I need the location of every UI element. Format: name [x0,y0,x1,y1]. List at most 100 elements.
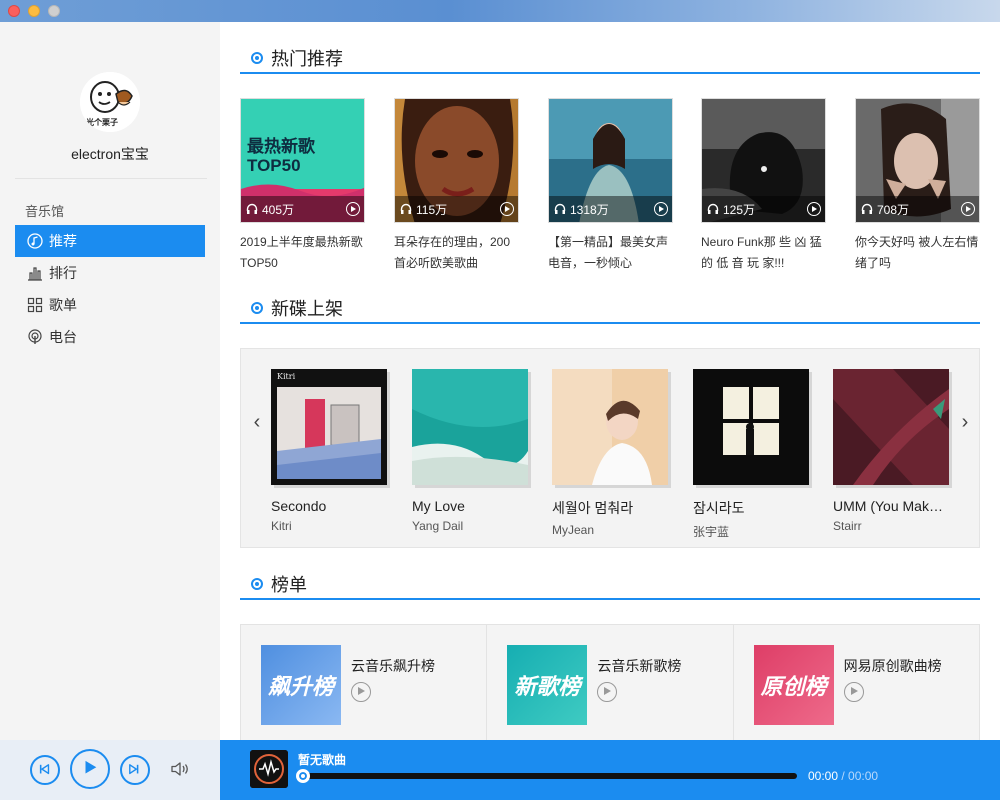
playlist-title[interactable]: Neuro Funk那 些 凶 猛 的 低 音 玩 家!!! [701,232,829,274]
sidebar-item-playlists[interactable]: 歌单 [15,289,205,321]
sidebar-item-recommend[interactable]: 推荐 [15,225,205,257]
album-title[interactable]: UMM (You Mak… [833,498,949,514]
album-card[interactable]: UMM (You Mak… Stairr [833,369,949,533]
play-circle-icon[interactable] [961,202,975,216]
play-icon [85,760,97,774]
progress-bar[interactable] [296,769,797,783]
album-title[interactable]: 세월아 멈춰라 [552,498,668,518]
album-artist[interactable]: Stairr [833,519,949,533]
play-circle-icon[interactable] [500,202,514,216]
playlist-card[interactable]: 125万 Neuro Funk那 些 凶 猛 的 低 音 玩 家!!! [701,98,826,274]
playlist-title[interactable]: 耳朵存在的理由，200首必听欧美歌曲 [394,232,522,274]
section-bullet-icon [251,302,263,314]
album-card[interactable]: 세월아 멈춰라 MyJean [552,369,668,537]
total-time: / 00:00 [841,769,879,783]
playlist-card[interactable]: 最热新歌TOP50 405万 2019上半年度最热新歌TOP50 [240,98,365,274]
previous-track-button[interactable] [30,755,60,785]
play-circle-icon[interactable] [807,202,821,216]
chart-item[interactable]: 飙升榜 云音乐飙升榜 [241,625,488,740]
album-title[interactable]: Secondo [271,498,387,514]
sidebar-item-label: 电台 [49,329,77,345]
album-artist[interactable]: Yang Dail [412,519,528,533]
chart-item[interactable]: 新歌榜 云音乐新歌榜 [487,625,734,740]
playlist-title[interactable]: 2019上半年度最热新歌TOP50 [240,232,368,274]
album-cover-text: Kitri [277,372,296,381]
sidebar-item-ranking[interactable]: 排行 [15,257,205,289]
play-circle-icon[interactable] [351,682,371,702]
chart-cover[interactable]: 飙升榜 [261,645,341,725]
playlist-title[interactable]: 【第一精品】最美女声电音，一秒倾心 [548,232,676,274]
minimize-window-button[interactable] [28,5,40,17]
playlist-card[interactable]: 115万 耳朵存在的理由，200首必听欧美歌曲 [394,98,519,274]
username: electron宝宝 [71,146,149,162]
playlist-cover[interactable]: 708万 [855,98,980,223]
section-title: 榜单 [271,575,307,595]
music-note-icon [27,233,43,249]
zoom-window-button[interactable] [48,5,60,17]
new-album-carousel: ‹ Kitri Secondo Kitri My Love Yang Dail … [240,348,980,548]
chart-name[interactable]: 云音乐新歌榜 [597,656,681,676]
album-title[interactable]: 잠시라도 [693,498,809,518]
section-title: 新碟上架 [271,299,343,319]
play-count: 125万 [723,202,756,217]
playlist-card[interactable]: 1318万 【第一精品】最美女声电音，一秒倾心 [548,98,673,274]
sidebar: 光个栗子 electron宝宝 音乐馆 推荐 排行 歌单 电台 [0,22,220,740]
headphones-icon [861,203,873,214]
playlist-cover-text: 最热新歌TOP50 [247,137,315,175]
sidebar-item-label: 歌单 [49,297,77,313]
chart-cover[interactable]: 新歌榜 [507,645,588,725]
chart-name[interactable]: 云音乐飙升榜 [351,656,435,676]
play-count-bar: 405万 [241,196,364,222]
hot-playlist-row: 最热新歌TOP50 405万 2019上半年度最热新歌TOP50 115万 耳朵… [240,98,980,278]
album-card[interactable]: Kitri Secondo Kitri [271,369,387,533]
volume-icon[interactable] [170,761,190,777]
playlist-cover[interactable]: 1318万 [548,98,673,223]
playlist-cover[interactable]: 115万 [394,98,519,223]
album-cover[interactable] [833,369,949,485]
chart-item[interactable]: 原创榜 网易原创歌曲榜 [734,625,979,740]
play-button[interactable] [70,749,110,789]
album-artist[interactable]: MyJean [552,523,668,537]
album-cover[interactable] [552,369,668,485]
album-cover-art [271,369,387,485]
waveform-icon [250,750,288,788]
playlist-title[interactable]: 你今天好吗 被人左右情绪了吗 [855,232,983,274]
chart-cover[interactable]: 原创榜 [753,645,834,725]
avatar[interactable]: 光个栗子 [80,72,140,132]
album-cover[interactable] [693,369,809,485]
now-playing-cover[interactable] [250,750,288,788]
chart-name[interactable]: 网易原创歌曲榜 [844,656,942,676]
carousel-prev-button[interactable]: ‹ [247,411,267,434]
album-cover[interactable] [412,369,528,485]
section-bullet-icon [251,578,263,590]
time-display: 00:00 / 00:00 [808,769,878,783]
section-header-charts: 榜单 [240,568,980,600]
sidebar-item-radio[interactable]: 电台 [15,321,205,353]
album-card[interactable]: 잠시라도 张宇蓝 [693,369,809,540]
playlist-cover[interactable]: 125万 [701,98,826,223]
playlist-cover[interactable]: 最热新歌TOP50 405万 [240,98,365,223]
play-circle-icon[interactable] [597,682,618,702]
next-track-button[interactable] [120,755,150,785]
avatar-caption: 光个栗子 [86,118,118,127]
album-title[interactable]: My Love [412,498,528,514]
play-circle-icon[interactable] [654,202,668,216]
album-card[interactable]: My Love Yang Dail [412,369,528,533]
album-artist[interactable]: 张宇蓝 [693,523,809,540]
progress-handle[interactable] [296,769,310,783]
playlist-card[interactable]: 708万 你今天好吗 被人左右情绪了吗 [855,98,980,274]
play-circle-icon[interactable] [843,682,864,702]
album-cover[interactable]: Kitri [271,369,387,485]
close-window-button[interactable] [8,5,20,17]
play-count: 405万 [262,202,295,217]
sidebar-nav: 推荐 排行 歌单 电台 [15,225,205,353]
album-artist[interactable]: Kitri [271,519,387,533]
carousel-next-button[interactable]: › [955,411,975,434]
section-header-hot: 热门推荐 [240,42,980,74]
player-controls [0,740,220,800]
play-circle-icon[interactable] [346,202,360,216]
sidebar-item-label: 推荐 [49,233,77,249]
headphones-icon [707,203,719,214]
headphones-icon [554,203,566,214]
headphones-icon [400,203,412,214]
